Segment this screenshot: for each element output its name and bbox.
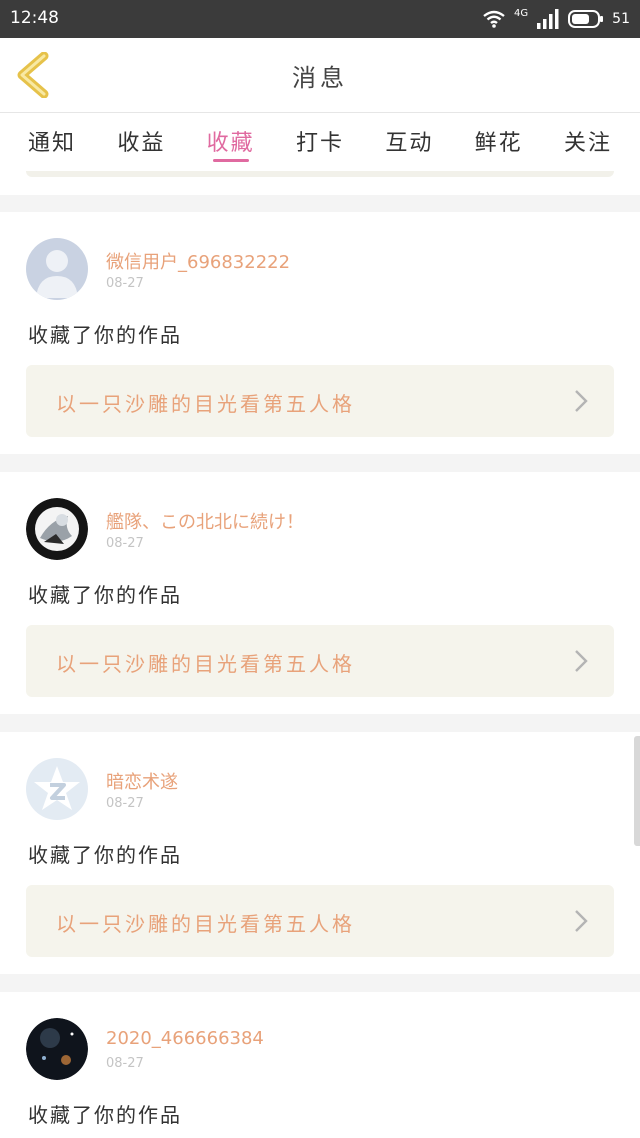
work-title: 以一只沙雕的目光看第五人格 <box>56 652 355 676</box>
battery-icon <box>568 10 604 28</box>
avatar[interactable] <box>26 758 88 820</box>
tab-bar: 通知 收益 收藏 打卡 互动 鲜花 关注 <box>0 113 640 171</box>
action-text: 收藏了你的作品 <box>28 583 182 607</box>
message-date: 08-27 <box>106 276 144 291</box>
default-user-icon <box>26 238 88 300</box>
scrollbar[interactable] <box>634 736 640 846</box>
avatar[interactable] <box>26 1018 88 1080</box>
page-title: 消息 <box>292 64 348 92</box>
avatar[interactable] <box>26 498 88 560</box>
avatar-image-icon <box>26 498 88 560</box>
message-date: 08-27 <box>106 796 144 811</box>
chevron-right-icon <box>575 910 588 932</box>
status-time: 12:48 <box>10 8 59 28</box>
avatar-image-icon <box>26 1018 88 1080</box>
header: 消息 <box>0 38 640 113</box>
username[interactable]: 暗恋术遂 <box>106 768 178 794</box>
action-text: 收藏了你的作品 <box>28 323 182 347</box>
work-title: 以一只沙雕的目光看第五人格 <box>56 392 355 416</box>
work-title: 以一只沙雕的目光看第五人格 <box>56 912 355 936</box>
tab-earnings[interactable]: 收益 <box>117 113 165 171</box>
tab-flowers[interactable]: 鲜花 <box>475 113 523 171</box>
chevron-right-icon <box>575 390 588 412</box>
message-date: 08-27 <box>106 536 144 551</box>
message-date: 08-27 <box>106 1056 144 1071</box>
action-text: 收藏了你的作品 <box>28 1103 182 1127</box>
tab-follows[interactable]: 关注 <box>564 113 612 171</box>
username[interactable]: 艦隊、この北北に続け！ <box>106 508 304 534</box>
wifi-icon <box>483 10 505 28</box>
work-link[interactable]: 以一只沙雕的目光看第五人格 <box>26 365 614 437</box>
tab-notifications[interactable]: 通知 <box>28 113 76 171</box>
work-link[interactable]: 以一只沙雕的目光看第五人格 <box>26 885 614 957</box>
action-text: 收藏了你的作品 <box>28 843 182 867</box>
chevron-right-icon <box>575 650 588 672</box>
previous-card-edge <box>0 171 640 195</box>
default-star-icon <box>26 758 88 820</box>
message-card: 暗恋术遂 08-27 收藏了你的作品 以一只沙雕的目光看第五人格 <box>0 732 640 974</box>
tab-checkin[interactable]: 打卡 <box>296 113 344 171</box>
message-card: 艦隊、この北北に続け！ 08-27 收藏了你的作品 以一只沙雕的目光看第五人格 <box>0 472 640 714</box>
avatar[interactable] <box>26 238 88 300</box>
message-card: 2020_466666384 08-27 收藏了你的作品 <box>0 992 640 1138</box>
message-card: 微信用户_696832222 08-27 收藏了你的作品 以一只沙雕的目光看第五… <box>0 212 640 454</box>
tab-favorites[interactable]: 收藏 <box>207 113 255 171</box>
network-type: 4G <box>514 7 529 19</box>
tab-interactions[interactable]: 互动 <box>385 113 433 171</box>
previous-card-box <box>26 171 614 177</box>
status-icons: 4G 51 <box>482 7 630 31</box>
username[interactable]: 微信用户_696832222 <box>106 248 290 274</box>
status-bar: 12:48 4G 51 <box>0 0 640 38</box>
username[interactable]: 2020_466666384 <box>106 1028 264 1049</box>
battery-level: 51 <box>612 11 630 27</box>
work-link[interactable]: 以一只沙雕的目光看第五人格 <box>26 625 614 697</box>
signal-icon <box>537 9 559 29</box>
